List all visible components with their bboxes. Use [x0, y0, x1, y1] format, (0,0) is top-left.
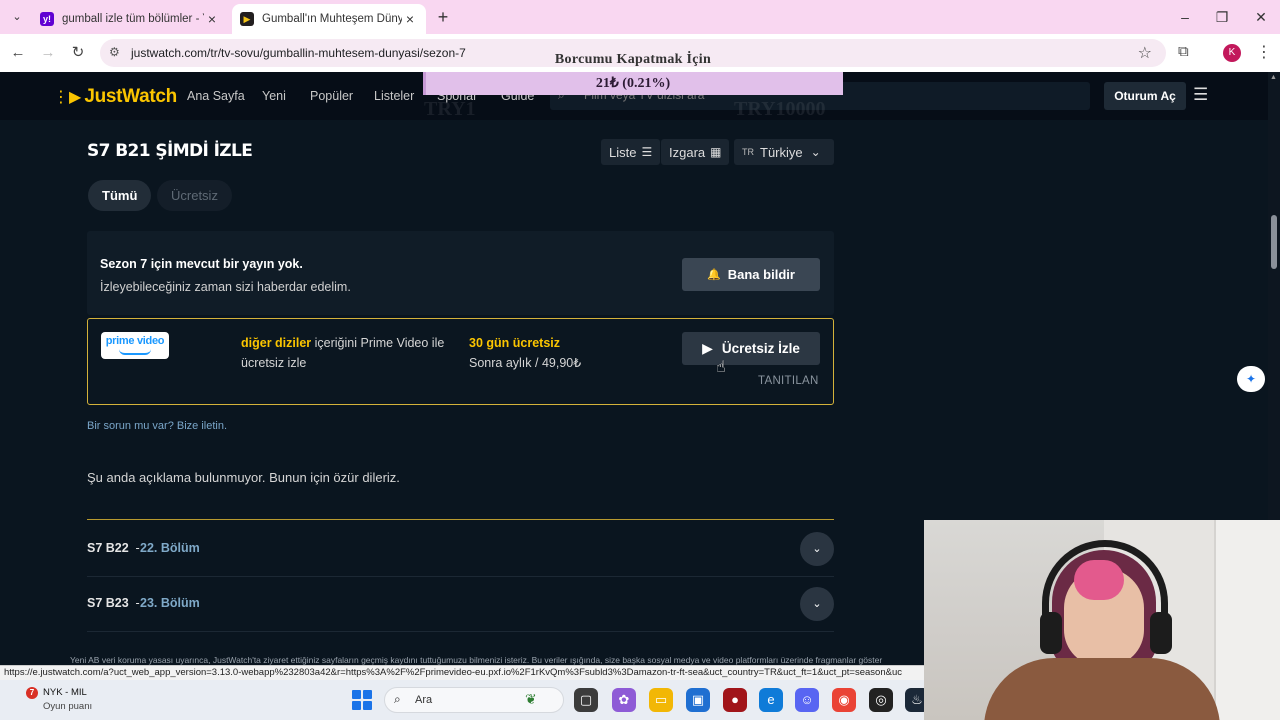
view-list-button[interactable]: Liste ☰ [601, 139, 661, 165]
section-divider [87, 519, 834, 520]
episode-row[interactable]: S7 B22 - 22. Bölüm ⌄ [87, 528, 834, 568]
prime-video-logo[interactable]: prime video [101, 332, 169, 359]
donation-goal-overlay: Borcumu Kapatmak İçin 21₺ (0.21%) [423, 52, 843, 96]
browser-tabstrip: ⌄ y! gumball izle tüm bölümler - Ya × ▶ … [0, 0, 1280, 34]
windows-start-icon[interactable] [352, 690, 372, 710]
bell-icon: 🔔 [707, 269, 721, 281]
bookmark-star-icon[interactable]: ☆ [1138, 43, 1152, 63]
scrollbar-thumb[interactable] [1271, 215, 1277, 269]
mouse-cursor-icon: ☝ [716, 359, 726, 376]
chevron-down-icon[interactable]: ⌄ [800, 587, 834, 621]
taskbar-search-label: Ara [415, 694, 433, 706]
sports-widget-icon[interactable]: 7 [22, 687, 38, 709]
game-app-icon[interactable]: ● [723, 688, 747, 712]
no-stream-notice: Sezon 7 için mevcut bir yayın yok. İzley… [87, 231, 834, 315]
file-explorer-icon[interactable]: ▭ [649, 688, 673, 712]
forward-arrow-icon[interactable]: → [37, 42, 59, 64]
store-icon[interactable]: ▣ [686, 688, 710, 712]
profile-avatar[interactable]: K [1223, 44, 1241, 62]
episode-code: S7 B22 [87, 541, 129, 555]
link-status-bar: https://e.justwatch.com/a?uct_web_app_ve… [0, 665, 926, 680]
trial-title: 30 gün ücretsiz [469, 336, 560, 350]
tab-close-icon[interactable]: × [204, 11, 220, 27]
back-arrow-icon[interactable]: ← [7, 42, 29, 64]
nav-new[interactable]: Yeni [262, 89, 286, 103]
browser-menu-icon[interactable]: ⋮ [1256, 42, 1272, 62]
site-info-icon[interactable]: ⚙ [109, 45, 120, 59]
tab-search-button[interactable]: ⌄ [6, 6, 28, 28]
prime-smile-icon [119, 349, 151, 355]
notice-title: Sezon 7 için mevcut bir yayın yok. [100, 257, 303, 271]
offer-description: diğer diziler içeriğini Prime Video ile … [241, 336, 445, 370]
notify-me-button[interactable]: 🔔 Bana bildir [682, 258, 820, 291]
notice-subtitle: İzleyebileceğiniz zaman sizi haberdar ed… [100, 280, 351, 294]
view-grid-button[interactable]: Izgara ▦ [661, 139, 730, 165]
episode-divider [87, 631, 834, 632]
no-description-text: Şu anda açıklama bulunmuyor. Bunun için … [87, 470, 400, 485]
justwatch-favicon-icon: ▶ [240, 12, 254, 26]
watch-free-button[interactable]: ▶ Ücretsiz İzle [682, 332, 820, 365]
donation-min-label: TRY1 [424, 98, 476, 120]
nav-popular[interactable]: Popüler [310, 89, 353, 103]
restore-icon[interactable]: ❐ [1207, 6, 1237, 28]
streamer-sweater [984, 658, 1220, 720]
new-tab-button[interactable]: + [432, 6, 454, 28]
webcam-overlay [924, 520, 1280, 720]
trial-price: Sonra aylık / 49,90₺ [469, 356, 582, 370]
promoted-label: TANITILAN [758, 375, 819, 387]
task-view-icon[interactable]: ▢ [574, 688, 598, 712]
justwatch-logo[interactable]: ⋮▶ JustWatch [53, 86, 177, 108]
episode-name: 22. Bölüm [140, 541, 200, 555]
window-close-icon[interactable]: ✕ [1246, 6, 1276, 28]
list-icon: ☰ [641, 145, 653, 159]
tab-title: Gumball'ın Muhteşem Dünyası [262, 13, 402, 25]
grid-icon: ▦ [710, 145, 722, 159]
search-icon: ⌕ [394, 692, 401, 706]
play-icon: ▶ [702, 340, 713, 356]
episode-row[interactable]: S7 B23 - 23. Bölüm ⌄ [87, 583, 834, 623]
chrome-icon[interactable]: ◉ [832, 688, 856, 712]
reload-icon[interactable]: ↻ [67, 42, 89, 64]
chevron-down-icon[interactable]: ⌄ [800, 532, 834, 566]
extensions-puzzle-icon[interactable]: ⧉ [1178, 43, 1189, 60]
copilot-icon[interactable]: ✿ [612, 688, 636, 712]
browser-tab-yahoo[interactable]: y! gumball izle tüm bölümler - Ya × [32, 4, 228, 34]
hamburger-menu-icon[interactable]: ☰ [1193, 85, 1208, 105]
login-button[interactable]: Oturum Aç [1104, 82, 1186, 110]
widget-title[interactable]: NYK - MIL [43, 687, 87, 698]
yahoo-favicon-icon: y! [40, 12, 54, 26]
episode-code: S7 B23 [87, 596, 129, 610]
obs-icon[interactable]: ◎ [869, 688, 893, 712]
widget-badge: 7 [26, 687, 38, 699]
browser-tab-justwatch[interactable]: ▶ Gumball'ın Muhteşem Dünyası × [232, 4, 426, 34]
filter-all-chip[interactable]: Tümü [88, 180, 152, 211]
country-selector[interactable]: TR Türkiye ⌄ [734, 139, 834, 165]
episode-name: 23. Bölüm [140, 596, 200, 610]
scroll-up-icon[interactable]: ▲ [1270, 74, 1277, 81]
discord-icon[interactable]: ☺ [795, 688, 819, 712]
offer-highlight-link[interactable]: diğer diziler [241, 336, 311, 350]
justwatch-logo-icon: ⋮▶ [53, 89, 82, 106]
chevron-down-icon: ⌄ [810, 145, 821, 159]
donation-amount: 21₺ (0.21%) [595, 76, 671, 91]
widget-subtitle: Oyun puanı [43, 701, 93, 712]
taskbar-search[interactable]: ⌕ Ara ❦ [384, 687, 564, 713]
episode-divider [87, 576, 834, 577]
report-issue-link[interactable]: Bir sorun mu var? Bize iletin. [87, 420, 227, 432]
nav-lists[interactable]: Listeler [374, 89, 414, 103]
search-highlight-icon: ❦ [525, 691, 537, 707]
country-label: Türkiye [760, 144, 803, 160]
page-title: S7 B21 ŞİMDİ İZLE [87, 141, 253, 161]
minimize-icon[interactable]: – [1170, 6, 1200, 28]
tab-title: gumball izle tüm bölümler - Ya [62, 13, 204, 25]
filter-free-chip[interactable]: Ücretsiz [157, 180, 232, 211]
nav-home[interactable]: Ana Sayfa [187, 89, 245, 103]
assistant-bubble-icon[interactable]: ✦ [1237, 366, 1265, 392]
edge-browser-icon[interactable]: e [759, 688, 783, 712]
country-code: TR [742, 147, 754, 157]
donation-title: Borcumu Kapatmak İçin [554, 52, 712, 67]
address-url[interactable]: justwatch.com/tr/tv-sovu/gumballin-muhte… [131, 46, 466, 60]
tab-close-icon[interactable]: × [402, 11, 418, 27]
donation-max-label: TRY10000 [734, 98, 826, 120]
